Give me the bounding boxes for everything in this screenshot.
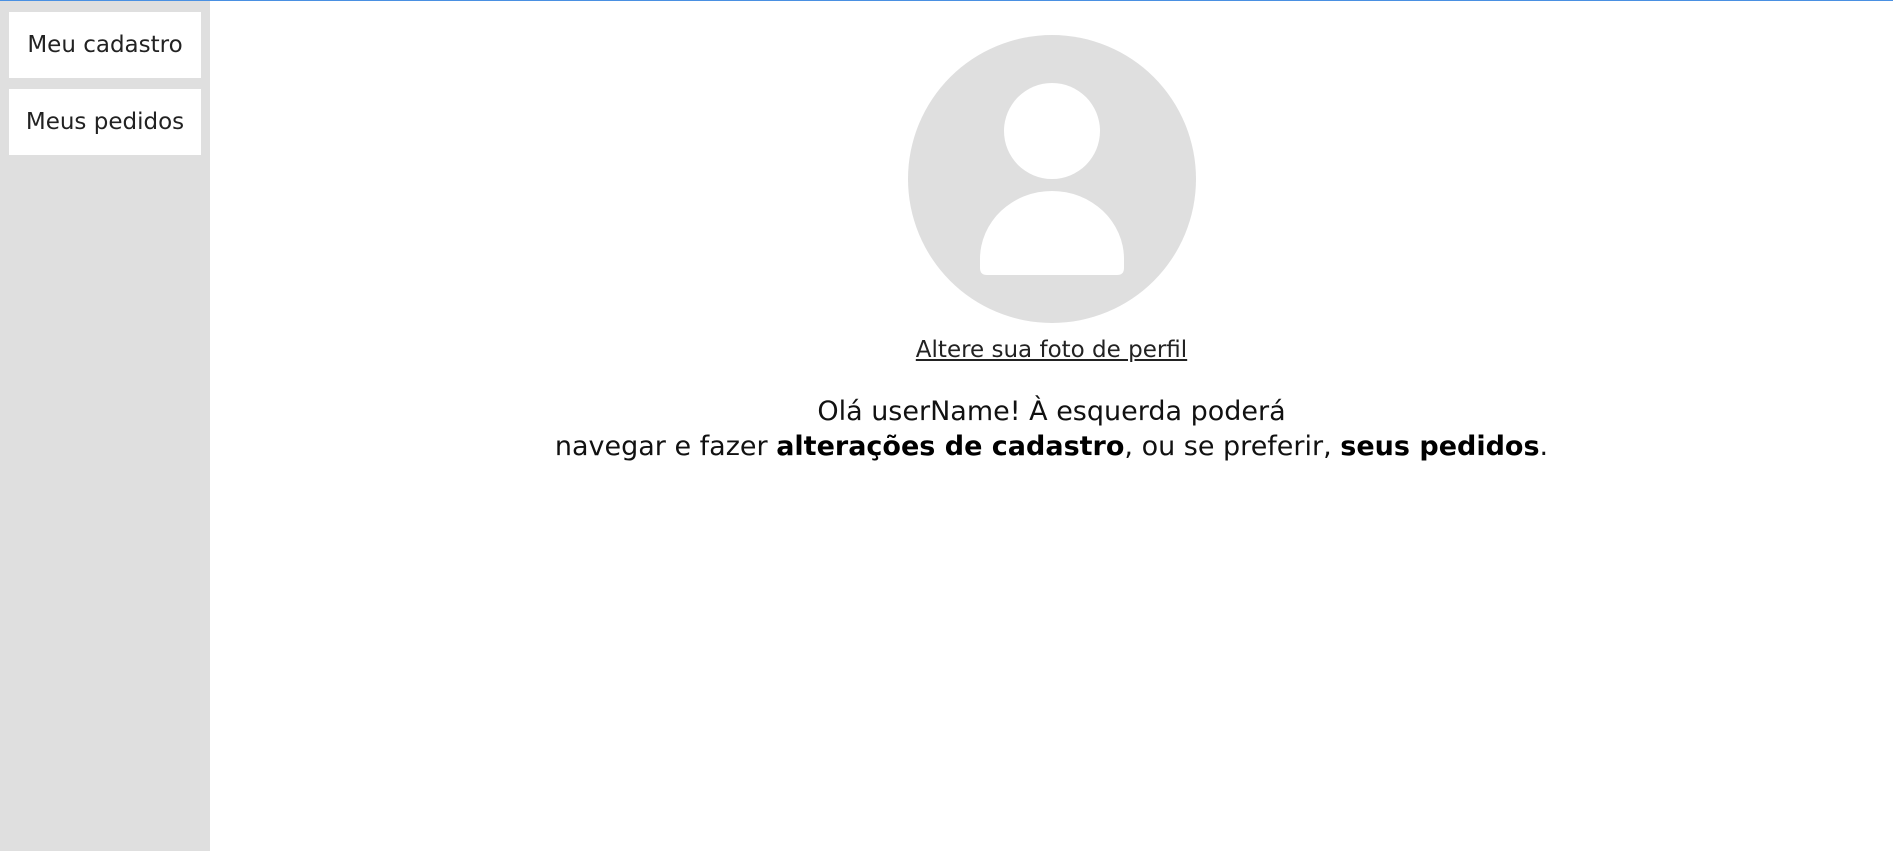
sidebar: Meu cadastro Meus pedidos — [0, 1, 210, 851]
welcome-message: Olá userName! À esquerda poderá navegar … — [210, 394, 1893, 464]
sidebar-item-meus-pedidos[interactable]: Meus pedidos — [9, 89, 201, 155]
main-content: Altere sua foto de perfil Olá userName! … — [210, 1, 1893, 851]
welcome-text-prefix: navegar e fazer — [554, 431, 777, 462]
change-photo-link-wrapper: Altere sua foto de perfil — [210, 337, 1893, 363]
registration-emphasis: alterações de cadastro — [776, 431, 1125, 462]
change-profile-photo-link[interactable]: Altere sua foto de perfil — [916, 337, 1187, 363]
welcome-text-middle: , ou se preferir, — [1124, 431, 1341, 462]
sidebar-item-label: Meu cadastro — [27, 32, 183, 58]
sidebar-item-meu-cadastro[interactable]: Meu cadastro — [9, 12, 201, 78]
welcome-line-2: navegar e fazer alterações de cadastro, … — [210, 429, 1893, 464]
welcome-text-suffix: . — [1539, 431, 1549, 462]
avatar — [908, 35, 1196, 323]
sidebar-item-label: Meus pedidos — [25, 109, 185, 135]
orders-emphasis: seus pedidos — [1340, 431, 1540, 462]
user-avatar-placeholder-icon — [908, 35, 1196, 323]
welcome-line-1: Olá userName! À esquerda poderá — [817, 396, 1286, 427]
